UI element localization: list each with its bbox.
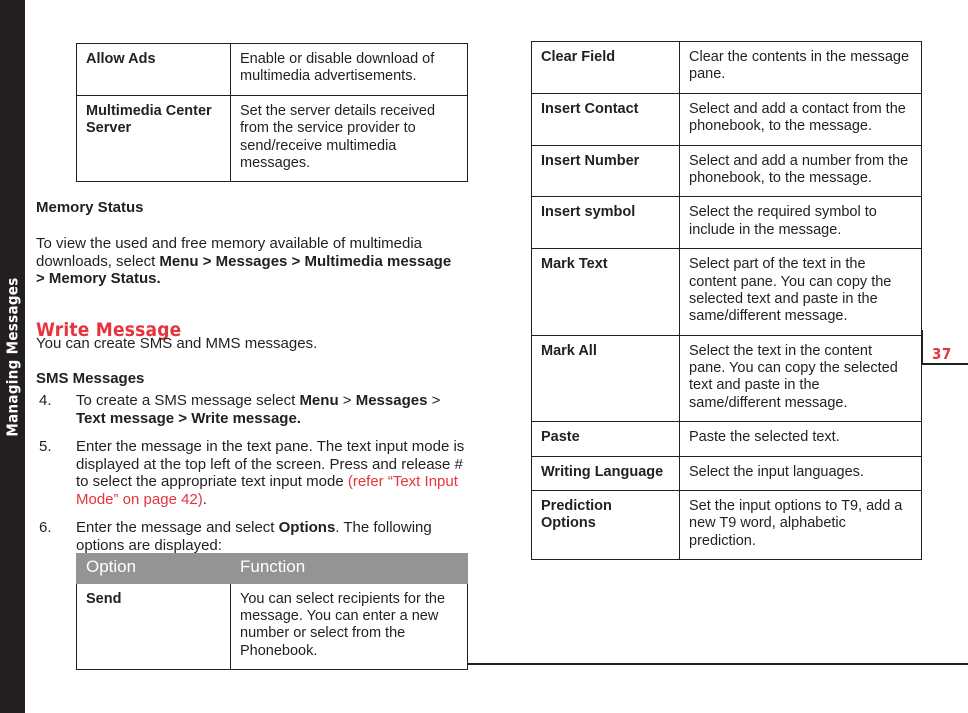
heading-memory-status: Memory Status [36, 199, 144, 216]
option-cell: Prediction Options [531, 490, 680, 561]
option-cell: Insert Contact [531, 92, 680, 146]
option-cell: Writing Language [531, 455, 680, 492]
table-row: Clear Field Clear the contents in the me… [531, 41, 922, 94]
spine-chapter-label: Managing Messages [0, 0, 25, 713]
mms-settings-table: Allow Ads Enable or disable download of … [76, 43, 468, 183]
table-row: Mark Text Select part of the text in the… [531, 248, 922, 336]
function-cell: Paste the selected text. [679, 421, 922, 457]
page-number-rule-horizontal [921, 363, 968, 365]
list-item: 4. To create a SMS message select Menu > … [36, 392, 468, 427]
spine-chapter-text: Managing Messages [3, 276, 22, 437]
function-cell: Clear the contents in the message pane. [679, 41, 922, 94]
step-text: Enter the message and select [76, 519, 279, 537]
step-text-end: . [202, 490, 207, 508]
function-cell: You can select recipients for the messag… [230, 582, 468, 671]
table-row: Insert Contact Select and add a contact … [531, 92, 922, 146]
paragraph-create-messages: You can create SMS and MMS messages. [36, 335, 318, 352]
step-bold-path: Text message > Write message. [76, 409, 301, 427]
step-bold-messages: Messages [355, 392, 428, 409]
function-cell: Select the required symbol to include in… [679, 196, 922, 250]
column-header-function: Function [230, 553, 468, 584]
table-row: Allow Ads Enable or disable download of … [76, 43, 468, 96]
step-number: 4. [39, 392, 52, 409]
list-item: 5. Enter the message in the text pane. Th… [36, 438, 468, 508]
paragraph-memory-status: To view the used and free memory availab… [36, 235, 456, 288]
function-cell: Set the server details received from the… [230, 94, 468, 183]
list-item: 6. Enter the message and select Options. … [36, 519, 468, 554]
table-row: Insert Number Select and add a number fr… [531, 144, 922, 198]
table-row: Multimedia Center Server Set the server … [76, 94, 468, 183]
step-separator: > [427, 392, 441, 409]
option-cell: Allow Ads [76, 43, 231, 96]
option-cell: Mark Text [531, 248, 680, 336]
table-row: Insert symbol Select the required symbol… [531, 196, 922, 250]
write-message-options-table-continued: Clear Field Clear the contents in the me… [531, 41, 922, 561]
table-row: Send You can select recipients for the m… [76, 582, 468, 671]
step-number: 6. [39, 519, 52, 537]
option-cell: Insert Number [531, 144, 680, 198]
option-cell: Clear Field [531, 41, 680, 94]
function-cell: Select and add a contact from the phoneb… [679, 92, 922, 146]
table-row: Mark All Select the text in the content … [531, 334, 922, 423]
function-cell: Enable or disable download of multimedia… [230, 43, 468, 96]
step-separator: > [338, 392, 356, 409]
function-cell: Select the input languages. [679, 455, 922, 492]
option-cell: Mark All [531, 334, 680, 423]
step-bold-menu: Menu [299, 392, 339, 409]
function-cell: Set the input options to T9, add a new T… [679, 490, 922, 561]
column-header-option: Option [76, 553, 231, 584]
step-text: To create a SMS message select [76, 392, 300, 409]
option-cell: Insert symbol [531, 196, 680, 250]
function-cell: Select and add a number from the phonebo… [679, 144, 922, 198]
function-cell: Select part of the text in the content p… [679, 248, 922, 336]
option-cell: Paste [531, 421, 680, 457]
table-row: Paste Paste the selected text. [531, 421, 922, 457]
step-number: 5. [39, 438, 52, 456]
option-cell: Send [76, 582, 231, 671]
step-bold-options: Options [278, 519, 336, 537]
function-cell: Select the text in the content pane. You… [679, 334, 922, 423]
write-message-options-table: Option Function Send You can select reci… [76, 553, 468, 671]
table-row: Prediction Options Set the input options… [531, 490, 922, 561]
sms-steps-list: 4. To create a SMS message select Menu > … [36, 392, 468, 565]
heading-sms-messages: SMS Messages [36, 370, 145, 387]
table-row: Writing Language Select the input langua… [531, 455, 922, 492]
page-number: 37 [932, 345, 952, 363]
table-header-row: Option Function [76, 553, 468, 584]
option-cell: Multimedia Center Server [76, 94, 231, 183]
